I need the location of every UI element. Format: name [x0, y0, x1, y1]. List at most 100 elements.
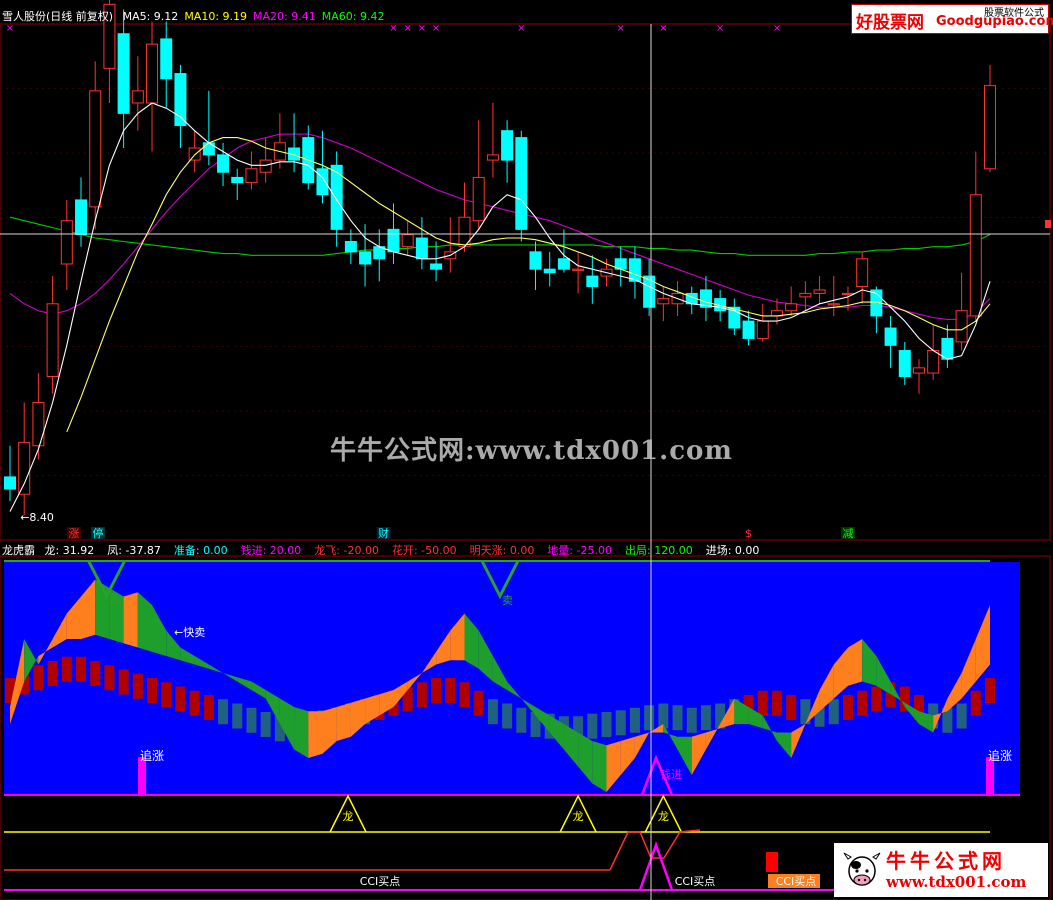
- candle-body: [259, 159, 272, 173]
- candle-body: [46, 303, 59, 378]
- mid-band-bar: [445, 678, 456, 703]
- cow-icon: [843, 852, 881, 886]
- candle: [898, 341, 911, 386]
- candle-body: [984, 85, 996, 170]
- candle-body: [969, 194, 982, 317]
- candle-body: [18, 441, 31, 495]
- candle: [643, 258, 656, 316]
- mid-band-bar: [970, 690, 981, 716]
- candle: [344, 229, 357, 264]
- mid-band-bar: [686, 707, 697, 733]
- logo-top-name: 好股票网: [856, 13, 924, 33]
- mid-band-bar: [601, 712, 612, 737]
- candle-body: [217, 154, 230, 173]
- candle-body: [586, 275, 599, 287]
- mid-band-bar: [118, 669, 129, 695]
- candle-body: [472, 176, 485, 222]
- candle-body: [756, 320, 769, 339]
- mid-band-bar: [516, 707, 527, 733]
- long-short-band: [592, 741, 607, 792]
- candle-body: [401, 234, 414, 248]
- candle-body: [628, 258, 641, 282]
- mid-band-bar: [76, 656, 87, 682]
- sell-mark-label: 卖: [109, 594, 120, 607]
- price-tag-icon: [1045, 220, 1051, 228]
- candle: [472, 120, 485, 230]
- candle-body: [543, 268, 556, 274]
- indicator-value-label: 龙飞: -20.00: [314, 544, 379, 557]
- candle-body: [160, 38, 173, 80]
- indicator-value-label: 地量: -25.00: [547, 544, 612, 557]
- mid-band-bar: [629, 707, 640, 733]
- candle: [685, 286, 698, 315]
- candle-body: [89, 90, 102, 208]
- top-marker-icon: ×: [773, 23, 781, 34]
- ma10-line: [66, 137, 991, 433]
- ma-label: MA5: 9.12: [122, 10, 179, 23]
- candle: [955, 272, 968, 351]
- candle-body: [927, 350, 940, 374]
- candle: [259, 137, 272, 183]
- mid-band-bar: [757, 690, 768, 716]
- candle: [60, 199, 73, 290]
- cci-buy-label: CCI买点: [776, 875, 817, 888]
- indicator-value-label: 钱进: 20.00: [240, 544, 302, 557]
- candle: [614, 246, 627, 287]
- candle-body: [657, 298, 670, 305]
- candle-body: [316, 168, 329, 196]
- candle: [912, 359, 925, 394]
- mid-band-bar: [644, 705, 655, 731]
- indicator-value-label: 龙: 31.92: [44, 544, 95, 557]
- mid-band-bar: [700, 705, 711, 731]
- signal-red-block: [766, 852, 778, 872]
- dragon-label: 龙: [343, 810, 354, 823]
- chase-label: 追涨: [140, 748, 164, 763]
- candle-body: [856, 258, 869, 287]
- mid-band-bar: [786, 695, 797, 720]
- cci-buy-label: CCI买点: [360, 875, 401, 888]
- logo-bottom-url: www.tdx001.com: [886, 873, 1027, 891]
- ma-label: MA10: 9.19: [184, 10, 248, 23]
- mid-band-bar: [956, 703, 967, 729]
- candle-body: [75, 199, 88, 236]
- mid-band-bar: [828, 699, 839, 725]
- chase-label: 追涨: [988, 748, 1012, 763]
- event-marker-label: $: [745, 527, 752, 540]
- logo-top-small: 股票软件公式: [984, 8, 1044, 19]
- candle-body: [515, 137, 528, 230]
- candle-body: [643, 275, 656, 308]
- candle-body: [60, 220, 73, 265]
- candle: [501, 120, 514, 183]
- mid-band-bar: [203, 695, 214, 720]
- top-marker-icon: ×: [6, 23, 14, 34]
- candle: [813, 276, 826, 304]
- money-in-label: 钱进: [660, 767, 682, 781]
- candle-body: [742, 320, 755, 339]
- candle-body: [344, 240, 357, 253]
- mid-band-bar: [502, 703, 513, 729]
- top-marker-icon: ×: [418, 23, 426, 34]
- indicator-value-label: 花开: -50.00: [391, 544, 457, 557]
- long-short-band: [308, 711, 323, 758]
- candle: [984, 64, 996, 173]
- candle-body: [557, 258, 570, 270]
- candle: [75, 177, 88, 247]
- candle-body: [486, 154, 499, 161]
- ma-label: MA60: 9.42: [321, 10, 385, 23]
- mid-band-bar: [842, 695, 853, 720]
- long-short-band: [336, 702, 351, 741]
- mid-band-bar: [61, 656, 72, 682]
- top-marker-icon: ×: [659, 23, 667, 34]
- candle: [4, 445, 16, 502]
- mid-band-bar: [459, 682, 470, 708]
- long-short-band: [123, 592, 138, 648]
- candle: [572, 251, 585, 294]
- mid-band-bar: [33, 665, 44, 691]
- mid-band-bar: [871, 686, 882, 712]
- mid-band-bar: [431, 678, 442, 703]
- candle: [699, 276, 712, 322]
- candle: [32, 373, 45, 460]
- event-marker-label: 财: [378, 526, 389, 540]
- candle-body: [955, 310, 968, 343]
- logo-goodgupiao: 好股票网 Goodgupiao.com 股票软件公式: [851, 4, 1053, 34]
